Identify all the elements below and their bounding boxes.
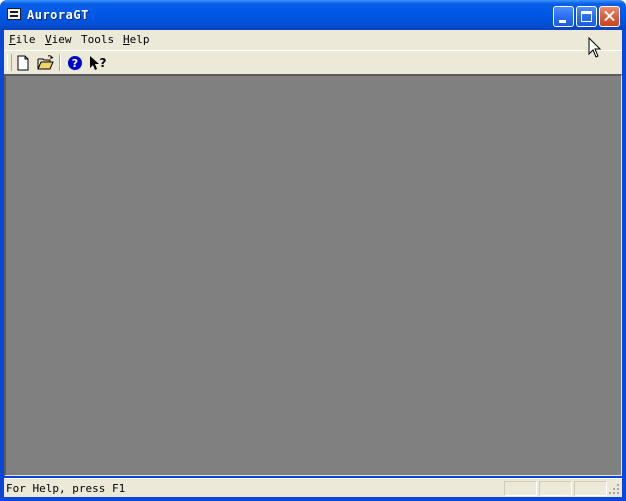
status-text: For Help, press F1 xyxy=(6,482,126,495)
open-folder-button[interactable] xyxy=(35,53,57,73)
status-panel xyxy=(504,481,537,496)
whats-this-help-icon: ? xyxy=(90,56,107,70)
mouse-cursor-icon xyxy=(588,37,602,58)
status-bar: For Help, press F1 xyxy=(4,478,622,497)
menu-help[interactable]: Help xyxy=(123,33,150,46)
status-panel xyxy=(574,481,607,496)
close-icon xyxy=(600,7,619,26)
maximize-button[interactable] xyxy=(576,6,597,27)
help-button[interactable]: ? xyxy=(64,53,86,73)
help-icon: ? xyxy=(68,56,82,70)
window-title: AuroraGT xyxy=(27,8,89,22)
title-bar[interactable]: AuroraGT xyxy=(0,0,626,30)
open-folder-icon xyxy=(37,55,54,70)
menu-tools[interactable]: Tools xyxy=(81,33,114,46)
close-button[interactable] xyxy=(599,6,620,27)
app-icon[interactable] xyxy=(7,8,21,20)
maximize-icon xyxy=(581,11,592,22)
resize-grip-icon[interactable] xyxy=(608,483,620,495)
app-window: AuroraGT File View Tools Help ? ? For He… xyxy=(0,0,626,501)
toolbar-separator xyxy=(59,54,61,71)
new-document-button[interactable] xyxy=(12,53,34,73)
minimize-button[interactable] xyxy=(553,6,574,27)
menu-file[interactable]: File xyxy=(9,33,36,46)
menu-view[interactable]: View xyxy=(45,33,72,46)
toolbar: ? ? xyxy=(4,50,622,74)
svg-text:?: ? xyxy=(100,56,107,70)
whats-this-button[interactable]: ? xyxy=(87,53,109,73)
menu-bar: File View Tools Help xyxy=(4,30,622,50)
minimize-icon xyxy=(559,20,566,23)
status-panel xyxy=(539,481,572,496)
mdi-client-area[interactable] xyxy=(4,74,622,476)
new-document-icon xyxy=(17,55,29,71)
svg-text:?: ? xyxy=(72,57,78,70)
